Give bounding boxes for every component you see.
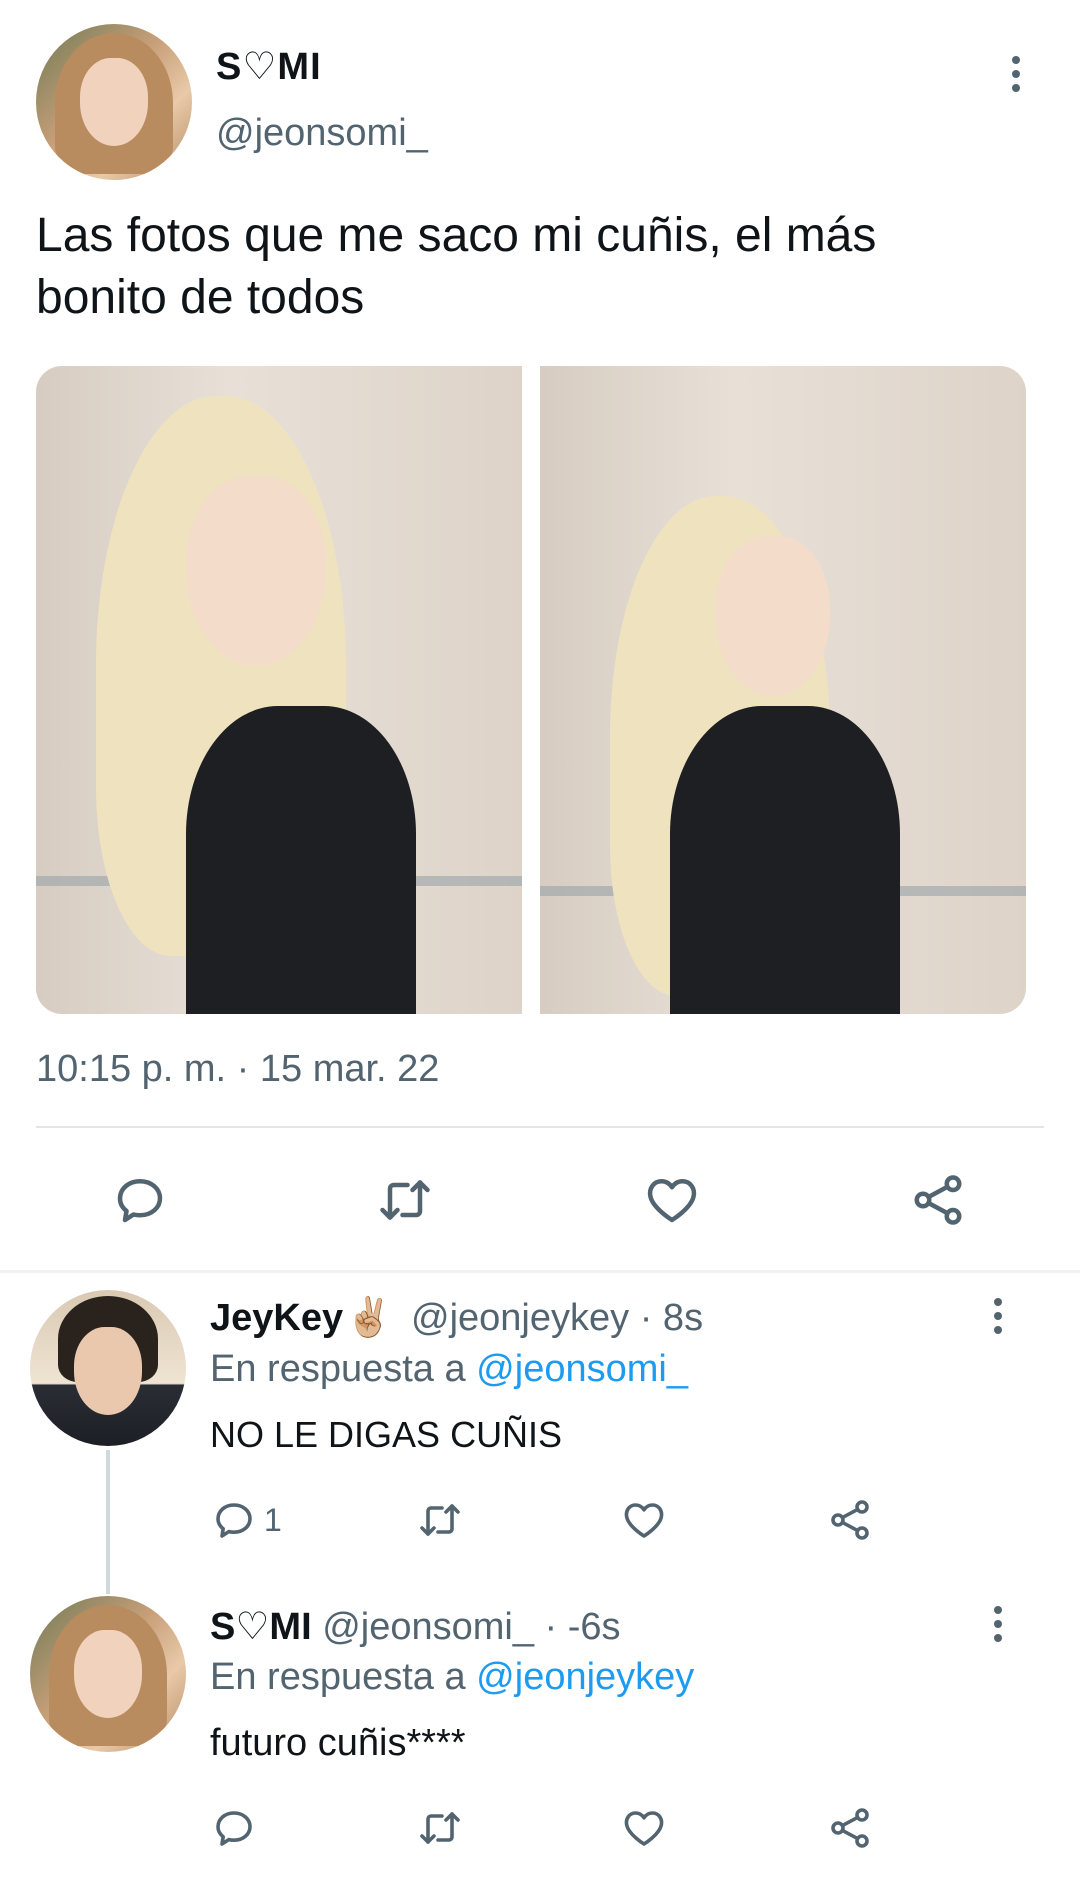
reply1-text: NO LE DIGAS CUÑIS: [210, 1414, 563, 1455]
share-icon: [914, 1175, 962, 1225]
reply1-header: JeyKey✌🏼 @jeonjeykey · 8s: [210, 1296, 703, 1340]
thread-connector: [106, 1450, 110, 1594]
reply1-handle[interactable]: @jeonjeykey: [411, 1297, 629, 1339]
reply1-share-button[interactable]: [826, 1496, 874, 1544]
reply2-reply-prefix: En respuesta a: [210, 1656, 466, 1698]
tweet-timestamp[interactable]: 10:15 p. m. · 15 mar. 22: [36, 1048, 439, 1091]
reply1-reply-button[interactable]: 1: [210, 1496, 282, 1544]
reply2-header: S♡MI @jeonsomi_ · -6s: [210, 1604, 621, 1649]
reply1-retweet-button[interactable]: [416, 1496, 464, 1544]
retweet-icon: [420, 1812, 460, 1844]
share-icon: [831, 1500, 869, 1540]
like-button[interactable]: [642, 1170, 702, 1230]
reply2-more-options-icon[interactable]: [990, 1606, 1006, 1646]
tweet-text-line1: Las fotos que me saco mi cuñis, el más: [36, 209, 877, 262]
reply2-text: futuro cuñis****: [210, 1722, 466, 1764]
reply2-retweet-button[interactable]: [416, 1804, 464, 1852]
tweet-text-line2: bonito de todos: [36, 271, 365, 324]
section-divider: [0, 1270, 1080, 1273]
reply2-avatar[interactable]: [30, 1596, 186, 1752]
reply1-in-reply-to: En respuesta a @jeonsomi_: [210, 1348, 688, 1391]
tweet-photo-2[interactable]: [540, 366, 1026, 1014]
like-icon: [624, 1811, 664, 1846]
reply2-reply-button[interactable]: [210, 1804, 258, 1852]
reply2-display-name[interactable]: S♡MI: [210, 1606, 312, 1648]
reply1-emoji: ✌🏼: [345, 1297, 393, 1339]
reply2-in-reply-to: En respuesta a @jeonjeykey: [210, 1656, 694, 1699]
reply1-more-options-icon[interactable]: [990, 1298, 1006, 1338]
retweet-icon: [420, 1504, 460, 1536]
reply2-reply-to-link[interactable]: @jeonjeykey: [476, 1656, 694, 1698]
reply1-avatar[interactable]: [30, 1290, 186, 1446]
like-icon: [624, 1503, 664, 1538]
reply1-reply-prefix: En respuesta a: [210, 1348, 466, 1390]
reply2-time[interactable]: · -6s: [545, 1606, 621, 1648]
author-display-name[interactable]: S♡MI: [216, 44, 322, 89]
share-button[interactable]: [908, 1170, 968, 1230]
author-handle[interactable]: @jeonsomi_: [216, 112, 428, 155]
reply1-reply-count: 1: [264, 1501, 282, 1538]
reply1-display-name[interactable]: JeyKey: [210, 1297, 343, 1339]
reply-icon: [216, 1503, 252, 1538]
reply1-reply-to-link[interactable]: @jeonsomi_: [476, 1348, 688, 1390]
reply2-like-button[interactable]: [620, 1804, 668, 1852]
reply2-share-button[interactable]: [826, 1804, 874, 1852]
reply1-time[interactable]: · 8s: [640, 1297, 703, 1339]
reply-icon: [216, 1811, 252, 1846]
reply-button[interactable]: [110, 1170, 170, 1230]
share-icon: [831, 1808, 869, 1848]
more-options-icon[interactable]: [1008, 56, 1024, 96]
retweet-button[interactable]: [375, 1170, 435, 1230]
retweet-icon: [380, 1180, 430, 1220]
reply2-handle[interactable]: @jeonsomi_: [322, 1606, 534, 1648]
author-avatar[interactable]: [36, 24, 192, 180]
tweet-photo-1[interactable]: [36, 366, 522, 1014]
divider: [36, 1126, 1044, 1128]
reply1-like-button[interactable]: [620, 1496, 668, 1544]
like-icon: [647, 1179, 697, 1223]
reply-icon: [117, 1179, 163, 1223]
